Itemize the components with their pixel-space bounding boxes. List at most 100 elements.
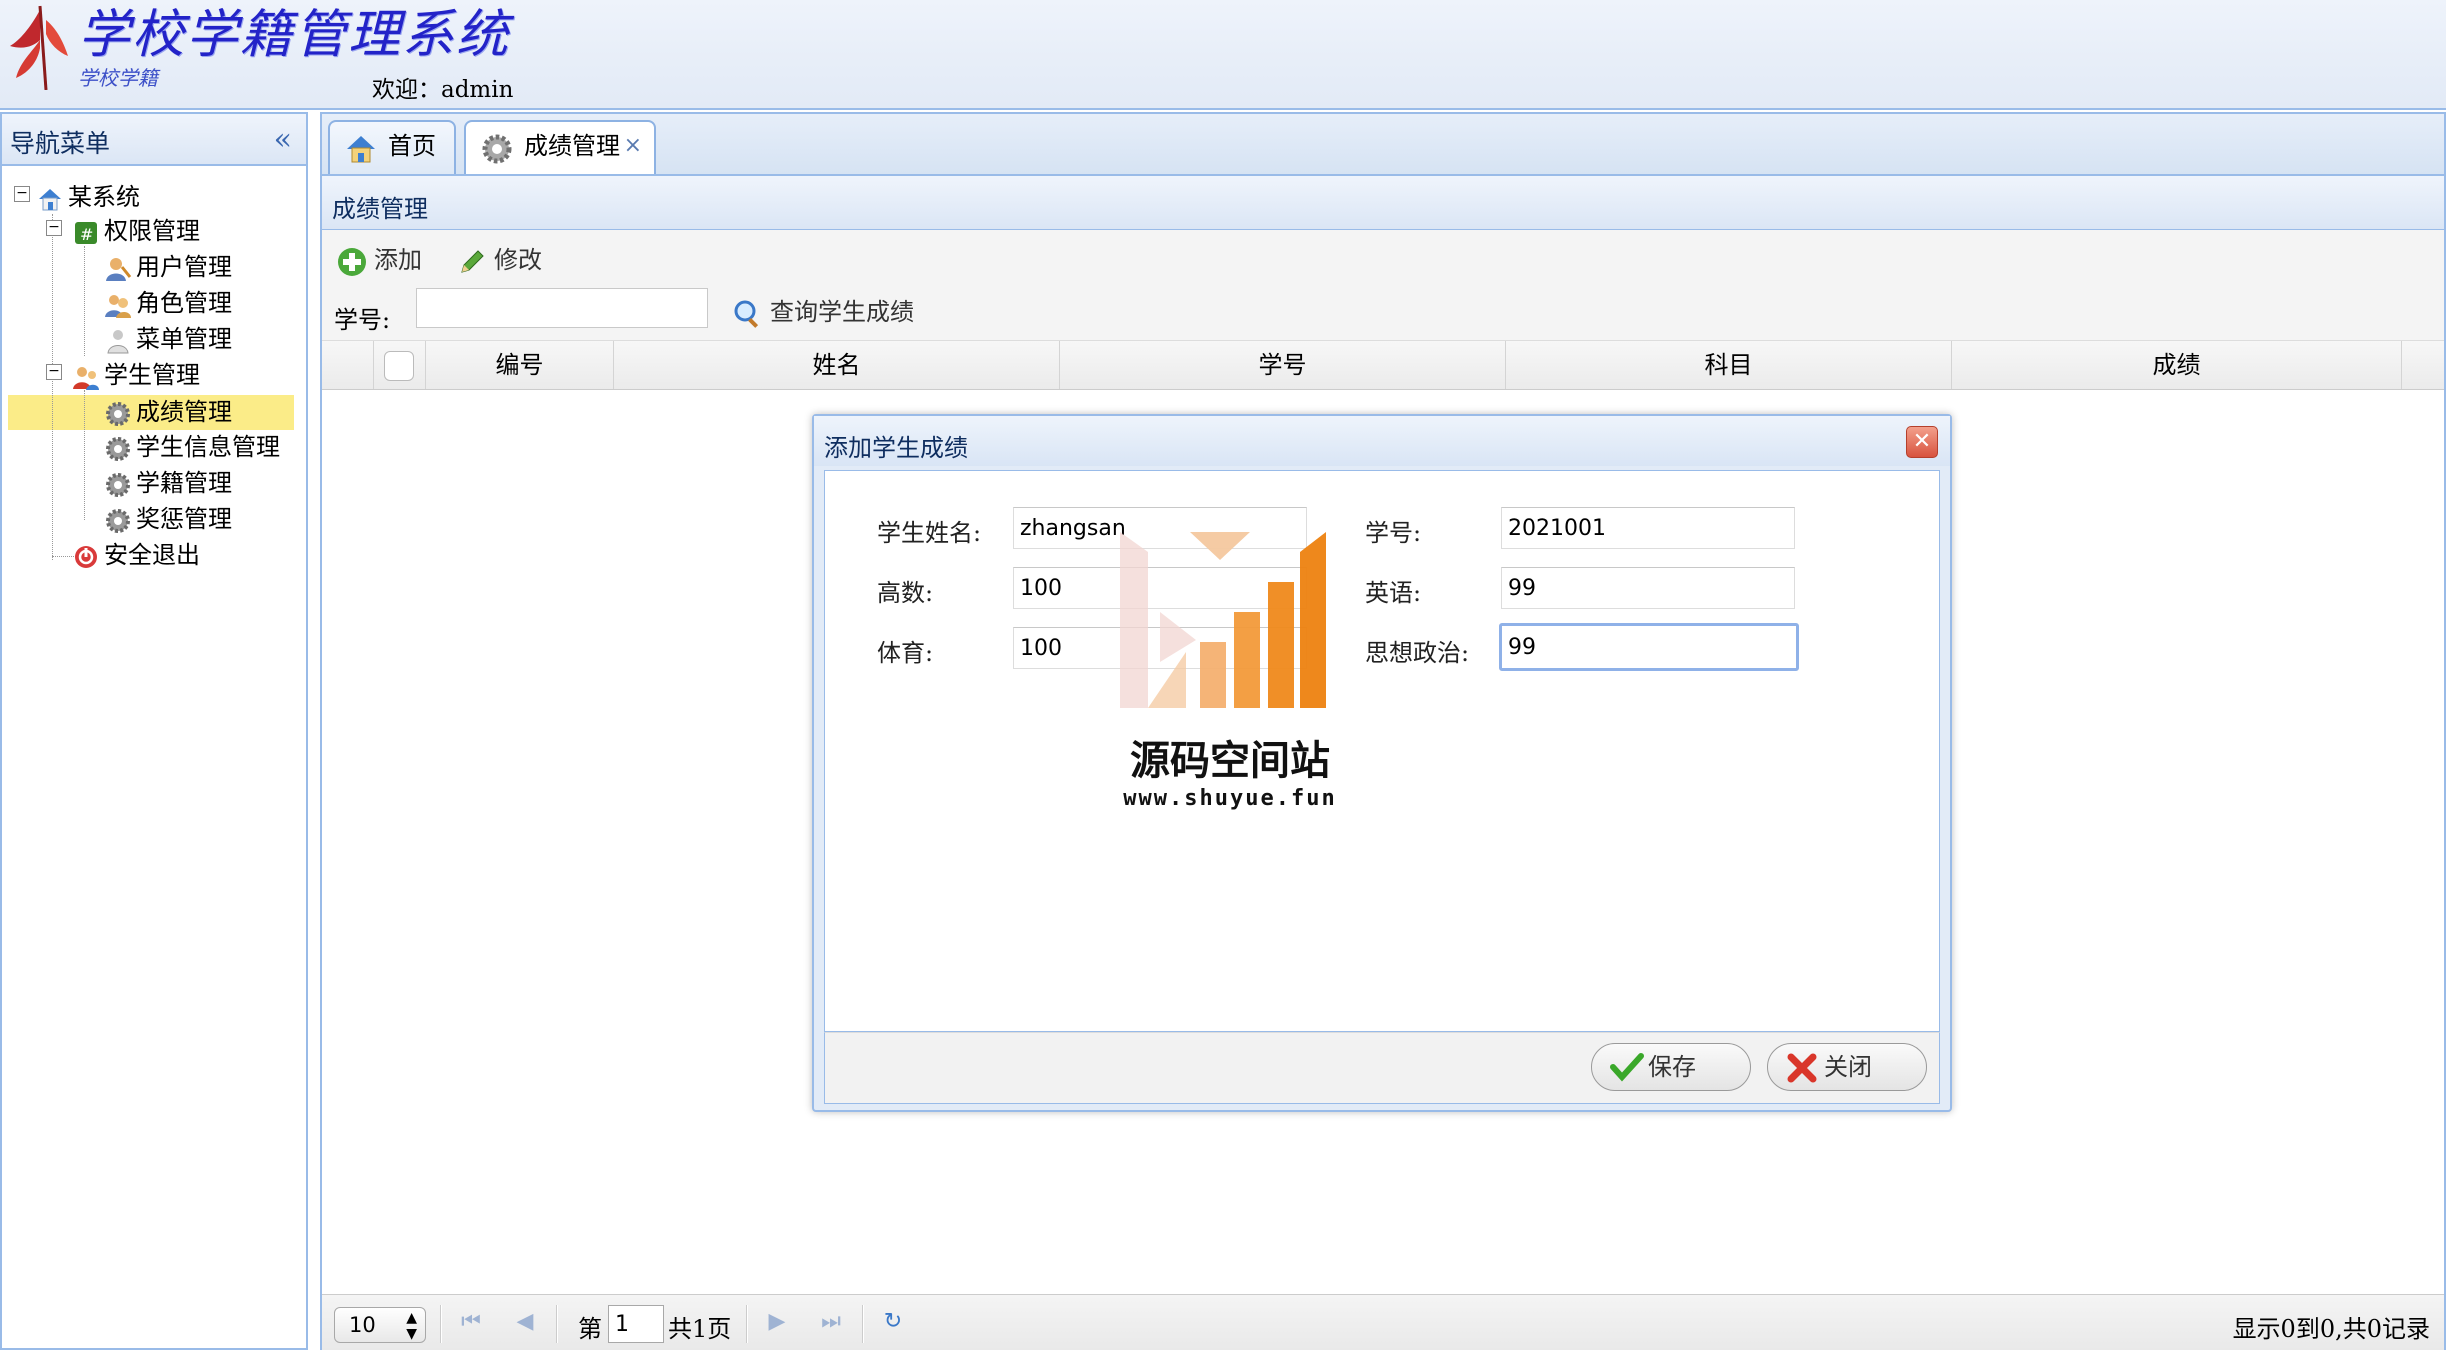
dialog-title: 添加学生成绩 [824, 434, 968, 462]
gear-icon [106, 472, 130, 497]
tree-item-permissions[interactable]: # 权限管理 [72, 214, 200, 248]
last-page-icon[interactable]: ⏭ [816, 1309, 846, 1339]
tree-item-label: 角色管理 [136, 289, 232, 317]
search-icon [734, 300, 759, 328]
add-icon [338, 247, 366, 276]
panel-header: 成绩管理 [322, 176, 2444, 230]
users-group-icon [105, 294, 131, 318]
page-prefix-label: 第 [578, 1315, 602, 1343]
tree-collapse-toggle[interactable]: − [46, 220, 62, 236]
save-button[interactable]: 保存 [1591, 1043, 1751, 1091]
gear-icon [106, 436, 130, 461]
pe-label: 体育: [877, 639, 934, 667]
tree-guide-line [52, 214, 53, 560]
student-id-label: 学号: [334, 306, 391, 334]
math-label: 高数: [877, 579, 934, 607]
tree-item-label: 某系统 [68, 183, 140, 211]
dialog-titlebar: 添加学生成绩 ✕ [814, 416, 1950, 466]
dialog-form: 学生姓名: 学号: 高数: 英语: 体育: 思想政治: [824, 470, 1940, 1032]
pager-separator [746, 1305, 748, 1343]
tab-home[interactable]: 首页 [328, 120, 456, 176]
politics-score-input[interactable] [1499, 623, 1799, 671]
student-id-form-label: 学号: [1365, 519, 1422, 547]
close-icon [1787, 1053, 1817, 1083]
row-number-column [322, 341, 374, 389]
query-scores-button[interactable]: 查询学生成绩 [732, 292, 914, 330]
tree-item-label: 用户管理 [136, 253, 232, 281]
column-header-number[interactable]: 编号 [426, 341, 614, 389]
tree-guide-line [52, 556, 74, 557]
tree-item-label: 权限管理 [104, 217, 200, 245]
checkmark-icon [1610, 1053, 1644, 1082]
tree-item-score-management[interactable]: 成绩管理 [104, 395, 232, 429]
english-score-input[interactable] [1501, 567, 1795, 609]
tree-item-user-management[interactable]: 用户管理 [104, 250, 232, 284]
refresh-icon[interactable]: ↻ [878, 1309, 908, 1339]
student-id-search-input[interactable] [416, 288, 708, 328]
watermark-url: www.shuyue.fun [1123, 786, 1337, 811]
page-total-label: 共1页 [668, 1315, 732, 1343]
home-icon [347, 136, 375, 163]
gear-icon [106, 508, 130, 533]
grid-header: 编号 姓名 学号 科目 成绩 [322, 340, 2444, 390]
tree-item-student-info[interactable]: 学生信息管理 [104, 430, 280, 464]
pager-record-info: 显示0到0,共0记录 [2232, 1315, 2430, 1343]
user-icon [106, 257, 132, 281]
pager-separator [556, 1305, 558, 1343]
dialog-close-icon[interactable]: ✕ [1906, 426, 1938, 458]
column-header-name[interactable]: 姓名 [614, 341, 1060, 389]
close-tab-icon[interactable]: × [624, 122, 642, 170]
tree-item-label: 安全退出 [104, 541, 200, 569]
select-all-checkbox[interactable] [384, 351, 414, 381]
tree-collapse-toggle[interactable]: − [46, 364, 62, 380]
panel-title: 成绩管理 [332, 195, 428, 223]
tree-item-label: 奖惩管理 [136, 505, 232, 533]
page-number-input[interactable] [608, 1305, 664, 1343]
close-button[interactable]: 关闭 [1767, 1043, 1927, 1091]
tree-collapse-toggle[interactable]: − [14, 186, 30, 202]
tree-guide-line [84, 390, 85, 520]
column-header-student-id[interactable]: 学号 [1060, 341, 1506, 389]
students-icon [73, 366, 99, 390]
tab-bar: 首页 成绩管理 × [320, 112, 2446, 178]
close-label: 关闭 [1824, 1053, 1872, 1081]
add-button[interactable]: 添加 [336, 240, 422, 278]
tree-guide-line [84, 246, 85, 356]
student-id-input[interactable] [1501, 507, 1795, 549]
app-title: 学校学籍管理系统 [78, 5, 511, 65]
menu-user-icon [107, 329, 129, 353]
tab-score-management[interactable]: 成绩管理 × [464, 120, 656, 178]
watermark-text: 源码空间站 [1130, 738, 1330, 784]
page-size-select[interactable]: 10 ▲ ▼ [334, 1307, 426, 1343]
tree-item-label: 学生管理 [104, 361, 200, 389]
gear-icon [106, 401, 130, 426]
column-header-subject[interactable]: 科目 [1506, 341, 1952, 389]
permission-icon: # [75, 221, 97, 244]
pencil-icon [461, 249, 484, 273]
tree-item-label: 成绩管理 [136, 398, 232, 426]
app-header: 学校学籍管理系统 学校学籍 欢迎：admin [0, 0, 2446, 110]
next-page-icon[interactable]: ▶ [762, 1309, 792, 1339]
save-label: 保存 [1648, 1053, 1696, 1081]
edit-button[interactable]: 修改 [456, 240, 542, 278]
butterfly-logo-icon [10, 5, 68, 90]
logout-icon [75, 545, 97, 568]
tree-item-student-management[interactable]: 学生管理 [72, 358, 200, 392]
tab-label: 成绩管理 [524, 132, 620, 160]
tree-item-root[interactable]: 某系统 [36, 180, 140, 214]
previous-page-icon[interactable]: ◀ [510, 1309, 540, 1339]
tree-item-role-management[interactable]: 角色管理 [104, 286, 232, 320]
tree-item-logout[interactable]: 安全退出 [72, 538, 200, 572]
column-header-score[interactable]: 成绩 [1952, 341, 2402, 389]
english-label: 英语: [1365, 579, 1422, 607]
query-scores-label: 查询学生成绩 [770, 298, 914, 326]
page-size-value: 10 [349, 1313, 376, 1337]
tree-item-enrollment[interactable]: 学籍管理 [104, 466, 232, 500]
select-arrows-icon: ▲ ▼ [406, 1310, 417, 1342]
first-page-icon[interactable]: ⏮ [456, 1309, 486, 1339]
collapse-sidebar-icon[interactable]: « [274, 122, 292, 157]
tree-item-menu-management[interactable]: 菜单管理 [104, 322, 232, 356]
tree-item-rewards[interactable]: 奖惩管理 [104, 502, 232, 536]
dialog-footer: 保存 关闭 [824, 1032, 1940, 1104]
sidebar-title: 导航菜单 [10, 129, 111, 158]
